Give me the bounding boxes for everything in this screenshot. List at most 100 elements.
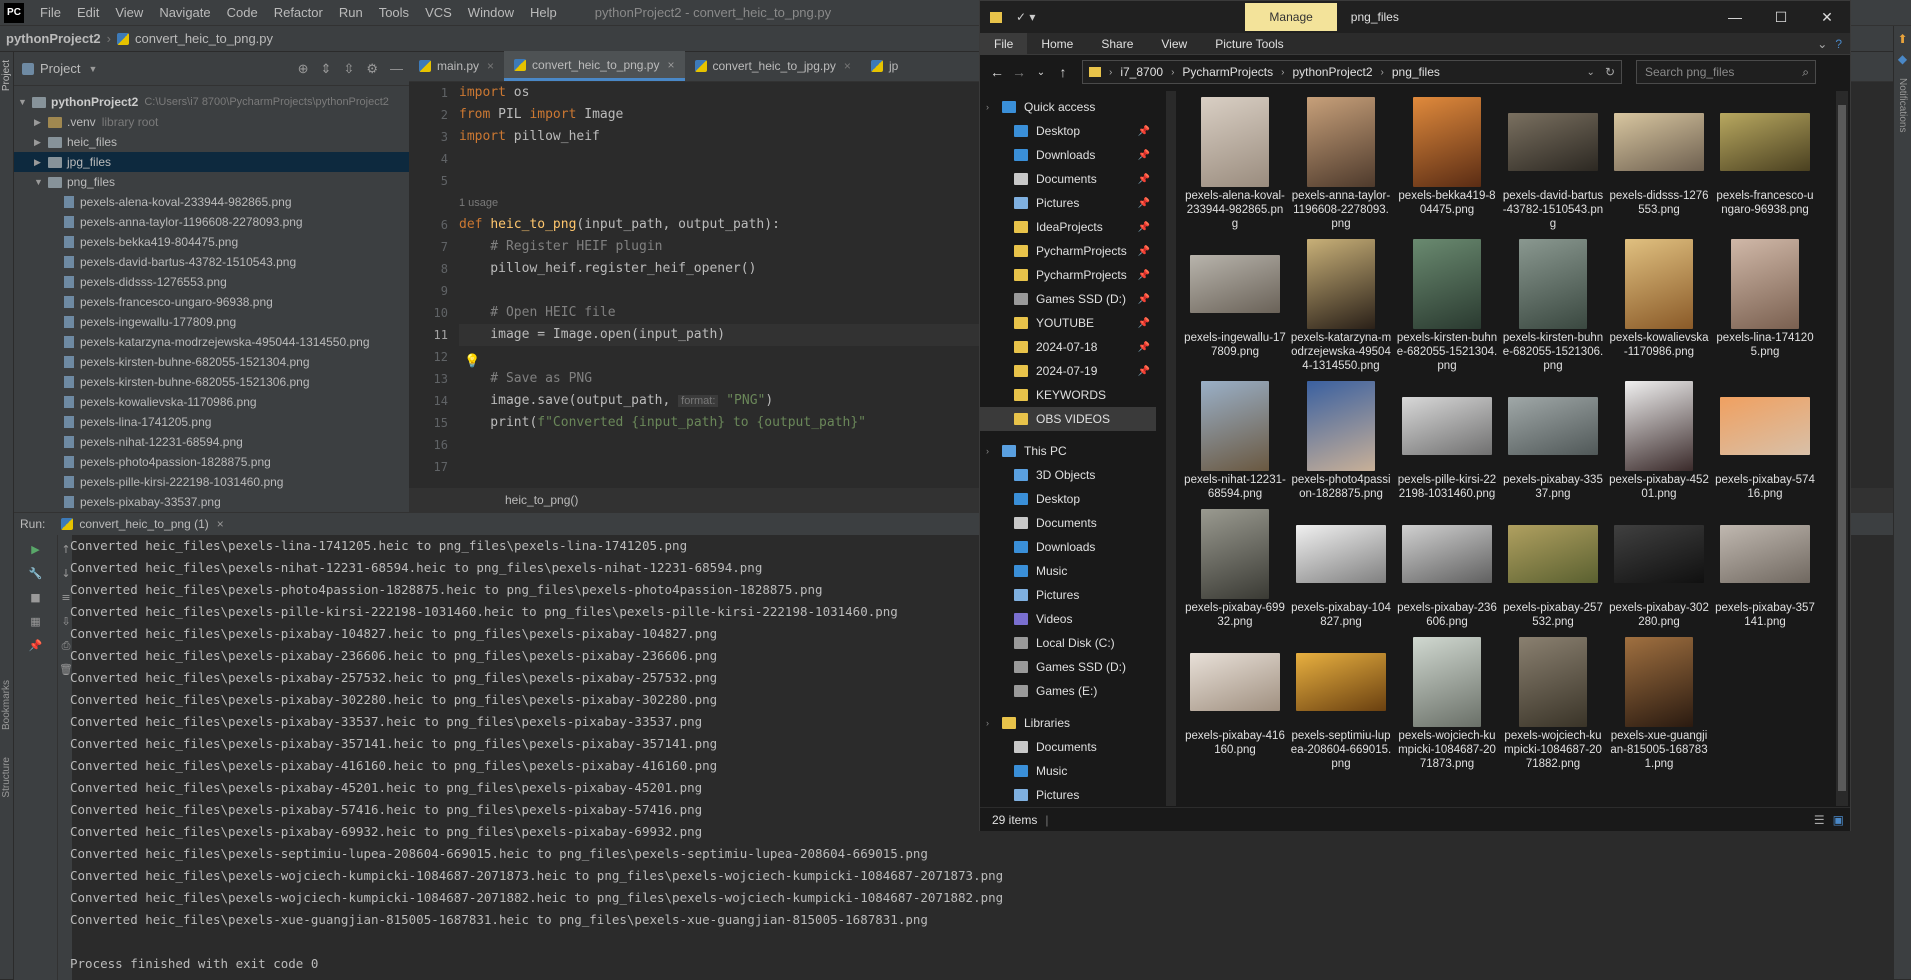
file-thumbnail[interactable]: pexels-didsss-1276553.png	[1606, 97, 1712, 231]
update-icon[interactable]: ⬆	[1894, 32, 1911, 46]
breadcrumb-project[interactable]: pythonProject2	[0, 31, 107, 46]
pin-icon[interactable]: 📌	[1138, 150, 1150, 161]
nav-item[interactable]: Documents 📌	[980, 167, 1156, 191]
quick-access[interactable]: › Quick access	[980, 95, 1156, 119]
nav-item[interactable]: Pictures	[980, 583, 1156, 607]
expand-all-icon[interactable]: ⇕	[321, 61, 332, 77]
file-thumbnail[interactable]: pexels-lina-1741205.png	[1712, 239, 1818, 373]
nav-item[interactable]: Games SSD (D:)	[980, 655, 1156, 679]
close-icon[interactable]: ×	[844, 59, 851, 73]
pin-icon[interactable]: 📌	[1138, 318, 1150, 329]
nav-item[interactable]: Documents	[980, 511, 1156, 535]
nav-item[interactable]: OBS VIDEOS	[980, 407, 1156, 431]
file-thumbnail[interactable]: pexels-photo4passion-1828875.png	[1288, 381, 1394, 501]
this-pc[interactable]: › This PC	[980, 439, 1156, 463]
breadcrumb-file[interactable]: convert_heic_to_png.py	[135, 31, 279, 46]
notifications-tool-button[interactable]: Notifications	[1897, 78, 1908, 132]
menu-window[interactable]: Window	[460, 5, 522, 20]
expand-ribbon-icon[interactable]: ⌄	[1817, 37, 1827, 51]
chevron-down-icon[interactable]: ⌄	[1587, 67, 1595, 78]
address-crumb-pycharm[interactable]: PycharmProjects	[1182, 65, 1273, 79]
pin-icon[interactable]: 📌	[1138, 198, 1150, 209]
large-icons-view-icon[interactable]: ▣	[1833, 813, 1844, 827]
nav-item[interactable]: 2024-07-19 📌	[980, 359, 1156, 383]
file-thumbnail[interactable]: pexels-wojciech-kumpicki-1084687-2071882…	[1500, 637, 1606, 771]
tree-file[interactable]: pexels-david-bartus-43782-1510543.png	[14, 252, 409, 272]
menu-vcs[interactable]: VCS	[417, 5, 460, 20]
chevron-right-icon[interactable]: ▶	[34, 137, 46, 148]
address-crumb-png-files[interactable]: png_files	[1392, 65, 1440, 79]
tab-main-py[interactable]: main.py ×	[409, 51, 504, 81]
tree-folder-heic[interactable]: ▶ heic_files	[14, 132, 409, 152]
nav-item[interactable]: Desktop	[980, 487, 1156, 511]
nav-item[interactable]: Downloads 📌	[980, 143, 1156, 167]
address-crumb-user[interactable]: i7_8700	[1120, 65, 1163, 79]
file-thumbnail[interactable]: pexels-pixabay-257532.png	[1500, 509, 1606, 629]
back-button[interactable]: ←	[986, 64, 1008, 80]
pin-icon[interactable]: 📌	[1138, 270, 1150, 281]
nav-item[interactable]: PycharmProjects 📌	[980, 239, 1156, 263]
chevron-right-icon[interactable]: ▶	[34, 157, 46, 168]
menu-tools[interactable]: Tools	[371, 5, 417, 20]
tree-file[interactable]: pexels-kirsten-buhne-682055-1521304.png	[14, 352, 409, 372]
file-thumbnail[interactable]: pexels-wojciech-kumpicki-1084687-2071873…	[1394, 637, 1500, 771]
nav-item[interactable]: Local Disk (C:)	[980, 631, 1156, 655]
close-icon[interactable]: ×	[667, 58, 674, 72]
gear-icon[interactable]: ⚙	[366, 61, 378, 77]
ribbon-tab-picture-tools[interactable]: Picture Tools	[1201, 37, 1297, 51]
tree-file[interactable]: pexels-pille-kirsi-222198-1031460.png	[14, 472, 409, 492]
project-tool-button[interactable]: Project	[1, 60, 12, 91]
menu-refactor[interactable]: Refactor	[266, 5, 331, 20]
close-icon[interactable]: ×	[487, 59, 494, 73]
nav-item[interactable]: Pictures 📌	[980, 191, 1156, 215]
navigation-scrollbar[interactable]	[1166, 91, 1176, 806]
file-thumbnail[interactable]: pexels-pixabay-357141.png	[1712, 509, 1818, 629]
wrench-icon[interactable]: 🔧	[28, 567, 44, 583]
file-thumbnail[interactable]: pexels-pixabay-57416.png	[1712, 381, 1818, 501]
nav-item[interactable]: Music	[980, 559, 1156, 583]
tab-jp[interactable]: jp	[861, 51, 908, 81]
nav-item[interactable]: Documents	[980, 735, 1156, 759]
file-thumbnail[interactable]: pexels-pixabay-302280.png	[1606, 509, 1712, 629]
file-thumbnail[interactable]: pexels-ingewallu-177809.png	[1182, 239, 1288, 373]
nav-item[interactable]: Downloads	[980, 535, 1156, 559]
close-icon[interactable]: ×	[217, 517, 224, 531]
run-tab[interactable]: convert_heic_to_png (1) ×	[61, 517, 224, 531]
chevron-right-icon[interactable]: ▶	[34, 117, 46, 128]
locate-icon[interactable]: ⊕	[298, 61, 309, 77]
chevron-right-icon[interactable]: ›	[986, 718, 989, 728]
tree-file[interactable]: pexels-anna-taylor-1196608-2278093.png	[14, 212, 409, 232]
nav-item[interactable]: Music	[980, 759, 1156, 783]
file-thumbnail[interactable]: pexels-katarzyna-modrzejewska-495044-131…	[1288, 239, 1394, 373]
pin-icon[interactable]: 📌	[1138, 366, 1150, 377]
menu-edit[interactable]: Edit	[69, 5, 107, 20]
chevron-down-icon[interactable]: ▼	[18, 97, 30, 107]
file-view-scrollbar[interactable]	[1836, 91, 1848, 806]
lightbulb-icon[interactable]: 💡	[464, 354, 480, 369]
rerun-icon[interactable]: ▶	[28, 543, 44, 559]
tree-file[interactable]: pexels-nihat-12231-68594.png	[14, 432, 409, 452]
nav-item[interactable]: Desktop 📌	[980, 119, 1156, 143]
file-thumbnail[interactable]: pexels-pixabay-33537.png	[1500, 381, 1606, 501]
tree-file[interactable]: pexels-ingewallu-177809.png	[14, 312, 409, 332]
file-thumbnail[interactable]: pexels-xue-guangjian-815005-1687831.png	[1606, 637, 1712, 771]
up-button[interactable]: ↑	[1052, 64, 1074, 80]
forward-button[interactable]: →	[1008, 64, 1030, 80]
search-input[interactable]: Search png_files ⌕	[1636, 60, 1816, 84]
file-thumbnail[interactable]: pexels-nihat-12231-68594.png	[1182, 381, 1288, 501]
pin-icon[interactable]: 📌	[1138, 342, 1150, 353]
pin-icon[interactable]: 📌	[1138, 222, 1150, 233]
chevron-down-icon[interactable]: ▼	[88, 64, 97, 74]
tree-file[interactable]: pexels-alena-koval-233944-982865.png	[14, 192, 409, 212]
file-thumbnail[interactable]: pexels-alena-koval-233944-982865.png	[1182, 97, 1288, 231]
menu-help[interactable]: Help	[522, 5, 565, 20]
tree-file[interactable]: pexels-francesco-ungaro-96938.png	[14, 292, 409, 312]
maximize-button[interactable]: ☐	[1758, 9, 1804, 26]
file-thumbnail[interactable]: pexels-pille-kirsi-222198-1031460.png	[1394, 381, 1500, 501]
tree-folder-jpg[interactable]: ▶ jpg_files	[14, 152, 409, 172]
file-thumbnail[interactable]: pexels-david-bartus-43782-1510543.png	[1500, 97, 1606, 231]
nav-item[interactable]: PycharmProjects 📌	[980, 263, 1156, 287]
scrollbar-thumb[interactable]	[1838, 105, 1846, 791]
refresh-icon[interactable]: ↻	[1605, 65, 1615, 79]
nav-item[interactable]: Games (E:)	[980, 679, 1156, 703]
